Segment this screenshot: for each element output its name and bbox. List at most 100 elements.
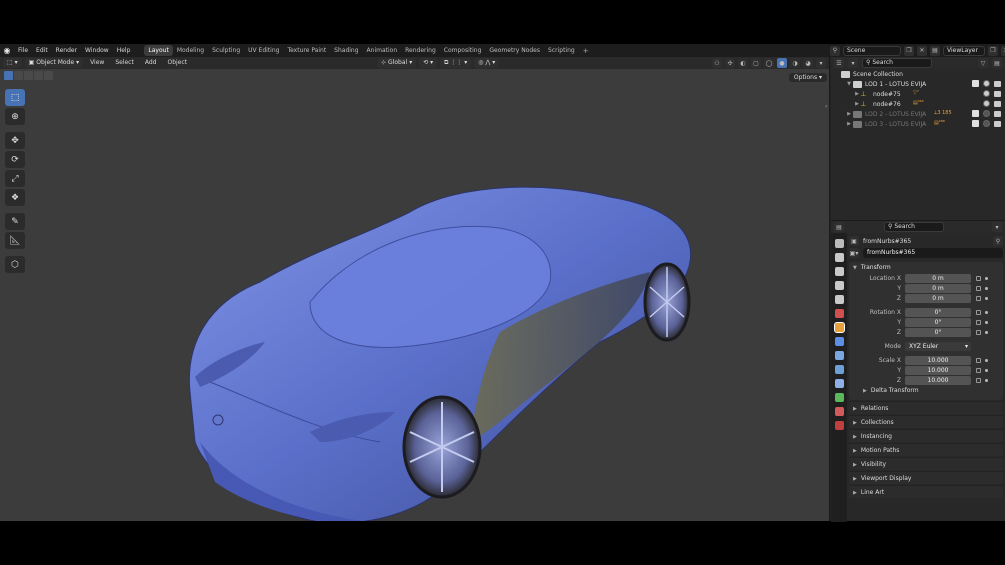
exclude-checkbox[interactable] — [972, 110, 979, 117]
rotation-x-field[interactable]: 0° — [905, 307, 971, 317]
menu-render[interactable]: Render — [52, 44, 81, 57]
outliner-row-lod2[interactable]: ▶ LOD 2 - LOTUS EVIJA ⟂3 185 — [831, 109, 1005, 119]
instancing-panel-header[interactable]: ▶ Instancing — [849, 429, 1003, 442]
tab-uv-editing[interactable]: UV Editing — [244, 45, 283, 56]
measure-tool-icon[interactable]: 📐︎ — [5, 232, 25, 249]
output-tab-icon[interactable] — [834, 267, 844, 276]
object-tab-icon[interactable] — [833, 322, 845, 333]
exclude-checkbox[interactable] — [972, 120, 979, 127]
viewport-display-panel-header[interactable]: ▶ Viewport Display — [849, 471, 1003, 484]
expand-arrow-icon[interactable]: ▼ — [845, 81, 853, 87]
add-cube-tool-icon[interactable]: ⬡ — [5, 256, 25, 273]
scale-y-field[interactable]: 10.000 — [905, 365, 971, 375]
data-tab-icon[interactable] — [834, 393, 844, 402]
menu-file[interactable]: File — [14, 44, 32, 57]
proportional-edit-toggle[interactable]: ◎ ⋀ ▾ — [474, 58, 500, 68]
physics-tab-icon[interactable] — [834, 365, 844, 374]
keyframe-dot-icon[interactable] — [985, 378, 988, 382]
view-layer-icon[interactable]: ▤ — [930, 45, 940, 56]
outliner-row-lod3[interactable]: ▶ LOD 3 - LOTUS EVIJA ▤²⁸⁸ — [831, 119, 1005, 129]
tab-texture-paint[interactable]: Texture Paint — [283, 45, 330, 56]
menu-object[interactable]: Object — [163, 57, 191, 69]
rendered-shading-icon[interactable]: ◕ — [803, 58, 813, 68]
keyframe-dot-icon[interactable] — [985, 368, 988, 372]
orientation-dropdown[interactable]: ⊹ Global ▾ — [377, 58, 417, 68]
rotate-tool-icon[interactable]: ⟳ — [5, 151, 25, 168]
pivot-dropdown[interactable]: ⟲ ▾ — [419, 58, 438, 68]
snap-toggle[interactable]: ⧉ ⋮⋮ ▾ — [440, 58, 472, 68]
lock-icon[interactable] — [976, 377, 981, 383]
eye-icon[interactable] — [983, 120, 990, 127]
select-new-icon[interactable] — [4, 71, 13, 80]
camera-icon[interactable] — [994, 110, 1001, 117]
material-shading-icon[interactable]: ◑ — [790, 58, 800, 68]
close-scene-icon[interactable]: ✕ — [917, 45, 927, 56]
editor-type-dropdown[interactable]: ⬚ ▾ — [3, 58, 22, 68]
view-layer-field[interactable]: ViewLayer — [943, 45, 985, 56]
lock-icon[interactable] — [976, 309, 981, 315]
camera-icon[interactable] — [994, 120, 1001, 127]
menu-edit[interactable]: Edit — [32, 44, 52, 57]
render-tab-icon[interactable] — [834, 253, 844, 262]
transform-header[interactable]: ▼ Transform — [849, 262, 1003, 273]
location-x-field[interactable]: 0 m — [905, 273, 971, 283]
lock-icon[interactable] — [976, 357, 981, 363]
tab-scripting[interactable]: Scripting — [544, 45, 579, 56]
view-layer-tab-icon[interactable] — [834, 281, 844, 290]
tab-layout[interactable]: Layout — [144, 45, 173, 56]
eye-icon[interactable] — [983, 100, 990, 107]
wireframe-shading-icon[interactable]: ◯ — [764, 58, 774, 68]
expand-arrow-icon[interactable]: ▶ — [853, 91, 861, 97]
mode-dropdown[interactable]: ▣ Object Mode ▾ — [24, 58, 84, 68]
tab-rendering[interactable]: Rendering — [401, 45, 440, 56]
outliner-row-node75[interactable]: ▶ ⟂ node#75 ▽⁷ — [831, 89, 1005, 99]
scene-icon[interactable]: ⚲ — [830, 45, 840, 56]
expand-arrow-icon[interactable]: ▶ — [845, 121, 853, 127]
new-collection-icon[interactable]: ▤ — [992, 58, 1002, 68]
new-scene-icon[interactable]: ❐ — [904, 45, 914, 56]
options-chevron-icon[interactable]: ▾ — [992, 222, 1002, 232]
collections-panel-header[interactable]: ▶ Collections — [849, 415, 1003, 428]
tab-modeling[interactable]: Modeling — [173, 45, 208, 56]
outliner-search-input[interactable]: ⚲ Search — [862, 58, 932, 68]
lock-icon[interactable] — [976, 367, 981, 373]
camera-icon[interactable] — [994, 90, 1001, 97]
expand-arrow-icon[interactable]: ▶ — [845, 111, 853, 117]
texture-tab-icon[interactable] — [834, 421, 844, 430]
3d-viewport[interactable]: ⬚ ▾ ▣ Object Mode ▾ View Select Add Object… — [0, 57, 830, 521]
gizmo-icon[interactable]: ✣ — [725, 58, 735, 68]
scene-collection-row[interactable]: Scene Collection — [831, 69, 1005, 79]
menu-add[interactable]: Add — [141, 57, 161, 69]
world-tab-icon[interactable] — [834, 309, 844, 318]
move-tool-icon[interactable]: ✥ — [5, 132, 25, 149]
tab-geometry-nodes[interactable]: Geometry Nodes — [485, 45, 544, 56]
lock-icon[interactable] — [976, 295, 981, 301]
blender-logo-icon[interactable]: ◉ — [0, 44, 14, 57]
menu-window[interactable]: Window — [81, 44, 113, 57]
transform-tool-icon[interactable]: ❖ — [5, 189, 25, 206]
line-art-panel-header[interactable]: ▶ Line Art — [849, 485, 1003, 498]
select-subtract-icon[interactable] — [24, 71, 33, 80]
new-view-layer-icon[interactable]: ❐ — [988, 45, 998, 56]
keyframe-dot-icon[interactable] — [985, 310, 988, 314]
location-z-field[interactable]: 0 m — [905, 293, 971, 303]
tab-shading[interactable]: Shading — [330, 45, 362, 56]
scale-tool-icon[interactable]: ⤢ — [5, 170, 25, 187]
add-workspace-button[interactable]: + — [579, 47, 593, 55]
shading-options-icon[interactable]: ▾ — [816, 58, 826, 68]
tab-animation[interactable]: Animation — [363, 45, 402, 56]
menu-view[interactable]: View — [86, 57, 108, 69]
lock-icon[interactable] — [976, 275, 981, 281]
outliner-row-lod1[interactable]: ▼ LOD 1 - LOTUS EVIJA — [831, 79, 1005, 89]
scale-x-field[interactable]: 10.000 — [905, 355, 971, 365]
annotate-tool-icon[interactable]: ✎ — [5, 213, 25, 230]
keyframe-dot-icon[interactable] — [985, 330, 988, 334]
lock-icon[interactable] — [976, 319, 981, 325]
exclude-checkbox[interactable] — [972, 80, 979, 87]
constraints-tab-icon[interactable] — [834, 379, 844, 388]
eye-icon[interactable] — [983, 80, 990, 87]
camera-icon[interactable] — [994, 80, 1001, 87]
lock-icon[interactable] — [976, 329, 981, 335]
object-data-icon[interactable]: ▣▾ — [849, 248, 859, 258]
tool-tab-icon[interactable] — [834, 239, 844, 248]
